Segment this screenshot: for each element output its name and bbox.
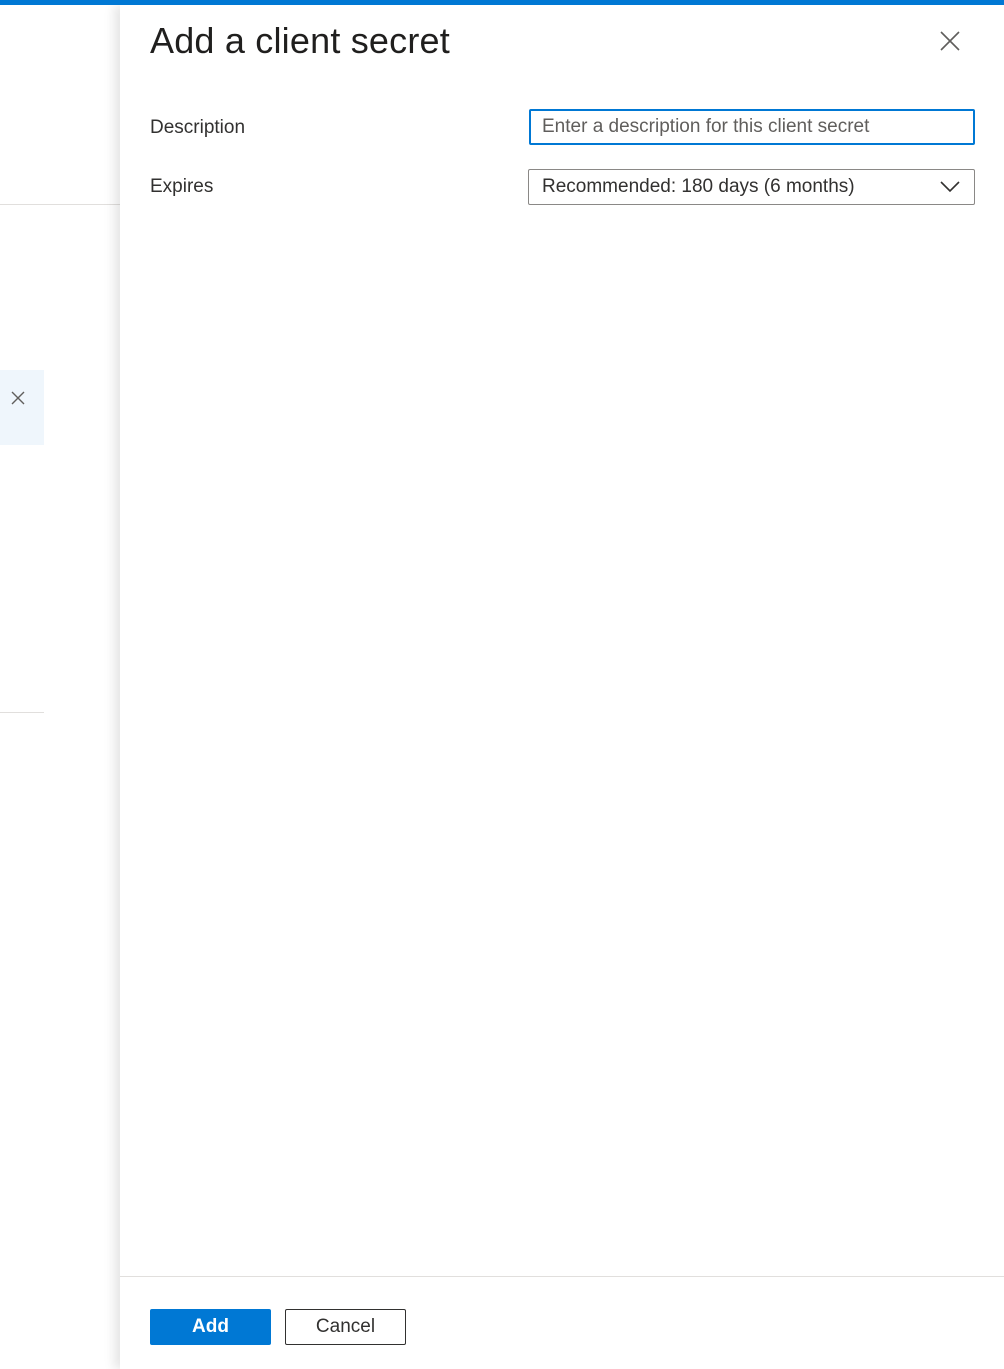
- expires-selected-value: Recommended: 180 days (6 months): [542, 176, 855, 197]
- add-client-secret-panel: Add a client secret Description Expires …: [120, 5, 1004, 1369]
- panel-title: Add a client secret: [150, 20, 450, 61]
- close-icon[interactable]: [936, 27, 964, 55]
- portal-top-bar: [0, 0, 1004, 5]
- description-input[interactable]: [529, 109, 975, 145]
- expires-label: Expires: [150, 176, 214, 197]
- description-label: Description: [150, 117, 246, 138]
- add-button[interactable]: Add: [150, 1309, 271, 1345]
- background-page: [0, 5, 120, 1369]
- cancel-button[interactable]: Cancel: [285, 1309, 406, 1345]
- background-divider: [0, 712, 44, 713]
- background-divider: [0, 204, 120, 205]
- close-icon[interactable]: [9, 389, 27, 407]
- panel-footer: Add Cancel: [120, 1276, 1004, 1369]
- background-notice-bar: [0, 370, 44, 445]
- chevron-down-icon: [940, 181, 960, 193]
- expires-dropdown[interactable]: Recommended: 180 days (6 months): [528, 169, 975, 205]
